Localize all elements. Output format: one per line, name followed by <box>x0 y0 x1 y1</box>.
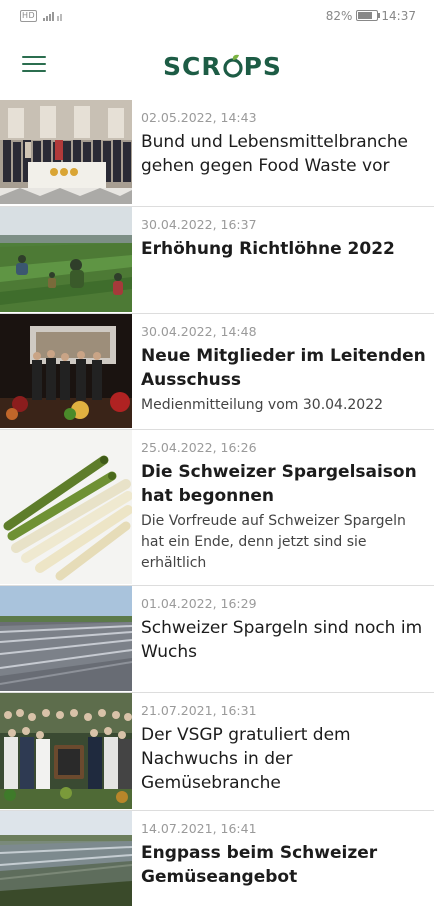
signal-icon <box>42 12 62 21</box>
app-bar: SCR PS <box>0 32 434 100</box>
news-item[interactable]: 14.07.2021, 16:41 Engpass beim Schweizer… <box>0 811 434 906</box>
news-item[interactable]: 21.07.2021, 16:31 Der VSGP gratuliert de… <box>0 693 434 811</box>
status-bar: HD 82% 14:37 <box>0 0 434 32</box>
news-title: Der VSGP gratuliert dem Nachwuchs in der… <box>141 725 351 793</box>
battery-icon <box>356 10 381 21</box>
battery-percent: 82% <box>325 9 353 23</box>
news-item[interactable]: 30.04.2022, 16:37 Erhöhung Richtlöhne 20… <box>0 207 434 314</box>
apple-leaf-icon <box>223 54 243 78</box>
status-right: 82% 14:37 <box>326 9 416 23</box>
news-subtitle: Medienmitteilung vom 30.04.2022 <box>141 397 384 413</box>
news-thumbnail <box>0 207 132 312</box>
news-date: 30.04.2022, 14:48 <box>141 324 257 339</box>
hamburger-menu-button[interactable] <box>22 56 46 74</box>
network-indicator: HD <box>20 10 65 22</box>
news-date: 25.04.2022, 16:26 <box>141 440 257 455</box>
news-title: Bund und Lebensmittelbranche gehen gegen… <box>141 132 409 176</box>
news-date: 14.07.2021, 16:41 <box>141 821 257 836</box>
news-list: 02.05.2022, 14:43 Bund und Lebensmittelb… <box>0 100 434 906</box>
news-thumbnail <box>0 586 132 691</box>
clock: 14:37 <box>381 9 416 23</box>
news-item[interactable]: 02.05.2022, 14:43 Bund und Lebensmittelb… <box>0 100 434 207</box>
news-title: Neue Mitglieder im Leitenden Ausschuss <box>141 346 426 390</box>
news-thumbnail <box>0 100 132 204</box>
news-date: 01.04.2022, 16:29 <box>141 596 257 611</box>
news-date: 02.05.2022, 14:43 <box>141 110 257 125</box>
news-title: Schweizer Spargeln sind noch im Wuchs <box>141 618 423 662</box>
news-thumbnail <box>0 314 132 428</box>
news-thumbnail <box>0 430 132 584</box>
news-date: 21.07.2021, 16:31 <box>141 703 257 718</box>
news-item[interactable]: 01.04.2022, 16:29 Schweizer Spargeln sin… <box>0 586 434 693</box>
app-logo: SCR PS <box>163 52 282 81</box>
news-date: 30.04.2022, 16:37 <box>141 217 257 232</box>
news-thumbnail <box>0 693 132 809</box>
hd-icon: HD <box>20 10 38 22</box>
news-title: Die Schweizer Spargelsaison hat begonnen <box>141 462 417 506</box>
news-title: Erhöhung Richtlöhne 2022 <box>141 239 395 259</box>
news-subtitle: Die Vorfreude auf Schweizer Spargeln hat… <box>141 513 406 571</box>
news-thumbnail <box>0 811 132 906</box>
news-item[interactable]: 25.04.2022, 16:26 Die Schweizer Spargels… <box>0 430 434 586</box>
news-item[interactable]: 30.04.2022, 14:48 Neue Mitglieder im Lei… <box>0 314 434 430</box>
news-title: Engpass beim Schweizer Gemüseangebot <box>141 843 378 887</box>
